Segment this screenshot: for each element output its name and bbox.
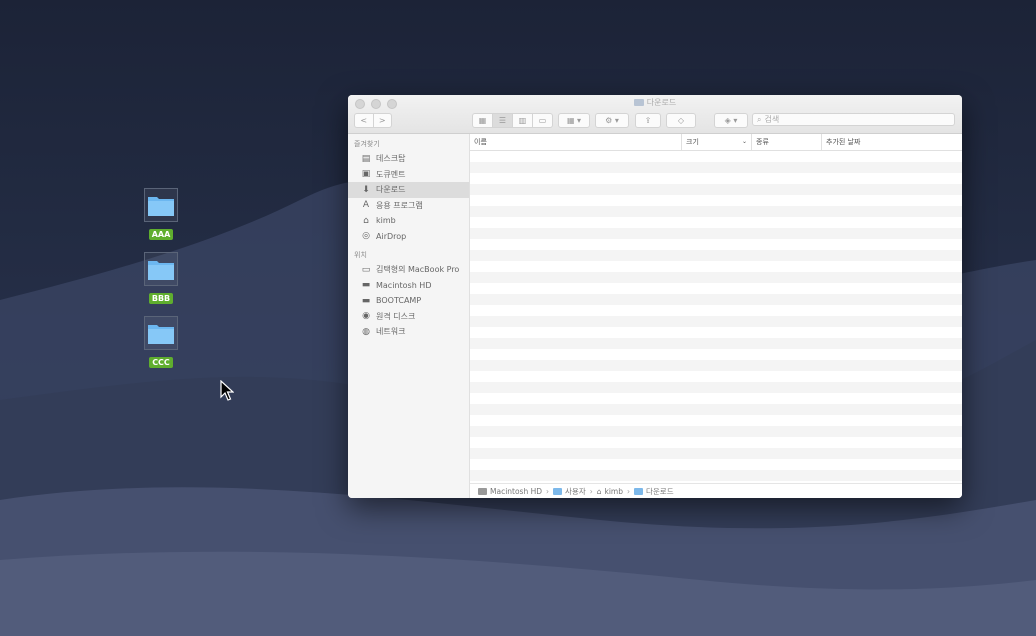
gallery-view-button[interactable]: ▭ (533, 114, 552, 127)
search-field[interactable]: ⌕ 검색 (752, 113, 955, 126)
disk-icon: ▬ (361, 295, 371, 306)
download-icon: ⬇ (362, 184, 370, 195)
view-mode-control: ▦ ☰ ▥ ▭ (472, 113, 553, 128)
sidebar-item-desktop[interactable]: ▤ 데스크탑 (348, 151, 469, 167)
sidebar-item-downloads[interactable]: ⬇ 다운로드 (348, 182, 469, 198)
column-header-date-added[interactable]: 추가된 날짜 (822, 134, 962, 150)
document-icon: ▣ (361, 169, 371, 180)
action-button[interactable]: ⚙ ▾ (595, 113, 629, 128)
sidebar-item-label: 응용 프로그램 (376, 200, 423, 210)
desktop-folder-label: AAA (148, 229, 174, 240)
home-icon: ⌂ (596, 486, 602, 496)
column-header-kind[interactable]: 종류 (752, 134, 822, 150)
folder-icon (633, 99, 644, 106)
gear-icon: ⚙ ▾ (605, 116, 619, 125)
sidebar-item-label: 김택형의 MacBook Pro (376, 265, 460, 275)
folder-icon (553, 487, 563, 495)
grid-icon: ▦ ▾ (566, 116, 582, 125)
sidebar-item-airdrop[interactable]: ◎ AirDrop (348, 229, 469, 245)
folder-icon (144, 188, 178, 222)
share-button[interactable]: ⇪ (635, 113, 661, 128)
dropbox-icon: ◈ ▾ (724, 116, 738, 125)
sidebar-item-documents[interactable]: ▣ 도큐멘트 (348, 167, 469, 183)
sidebar-item-remote-disc[interactable]: ◉ 원격 디스크 (348, 309, 469, 325)
window-title: 다운로드 (348, 97, 962, 108)
home-icon: ⌂ (363, 215, 369, 226)
sidebar-item-label: Macintosh HD (376, 280, 432, 290)
share-icon: ⇪ (644, 116, 652, 125)
finder-window: 다운로드 < > ▦ ☰ ▥ ▭ ▦ ▾ ⚙ ▾ ⇪ ◇ ◈ ▾ ⌕ 검색 즐겨… (348, 95, 962, 498)
sidebar-item-bootcamp[interactable]: ▬ BOOTCAMP (348, 293, 469, 309)
sidebar-item-label: AirDrop (376, 231, 407, 241)
dropbox-button[interactable]: ◈ ▾ (714, 113, 748, 128)
icon-view-button[interactable]: ▦ (473, 114, 493, 127)
sidebar-section-locations: 위치 (354, 251, 367, 259)
sidebar-item-home[interactable]: ⌂ kimb (348, 213, 469, 229)
sidebar-item-network[interactable]: ◍ 네트워크 (348, 324, 469, 340)
applications-icon: A (362, 200, 370, 211)
forward-button[interactable]: > (374, 114, 392, 127)
sidebar-item-macbook[interactable]: ▭ 김택형의 MacBook Pro (348, 262, 469, 278)
tags-button[interactable]: ◇ (666, 113, 696, 128)
desktop-folder-ccc[interactable]: CCC (131, 316, 191, 369)
sidebar-item-label: 원격 디스크 (376, 311, 416, 321)
desktop-icon: ▤ (361, 153, 371, 164)
sidebar-item-label: 도큐멘트 (376, 169, 406, 179)
sidebar-section-favorites: 즐겨찾기 (354, 140, 380, 148)
sidebar: 즐겨찾기 ▤ 데스크탑 ▣ 도큐멘트 ⬇ 다운로드 A 응용 프로그램 ⌂ ki… (348, 134, 470, 498)
laptop-icon: ▭ (361, 264, 371, 275)
mouse-pointer-icon (220, 379, 235, 406)
column-header-name[interactable]: 이름 (470, 134, 682, 150)
sidebar-item-applications[interactable]: A 응용 프로그램 (348, 198, 469, 214)
sidebar-item-label: 네트워크 (376, 327, 406, 337)
file-list: 이름 크기 ⌄ 종류 추가된 날짜 Macintosh HD › 사용자 › ⌂… (470, 134, 962, 498)
sidebar-item-label: 다운로드 (376, 185, 406, 195)
path-item-users[interactable]: 사용자 (565, 486, 586, 497)
path-item-kimb[interactable]: kimb (605, 487, 624, 496)
disk-icon: ▬ (361, 280, 371, 291)
network-icon: ◍ (362, 326, 370, 337)
disk-icon (478, 487, 487, 495)
column-headers: 이름 크기 ⌄ 종류 추가된 날짜 (470, 134, 962, 151)
folder-icon (634, 487, 643, 495)
chevron-right-icon: › (627, 486, 630, 496)
column-header-size[interactable]: 크기 ⌄ (682, 134, 752, 150)
sidebar-item-label: 데스크탑 (376, 154, 406, 164)
column-view-button[interactable]: ▥ (513, 114, 533, 127)
chevron-down-icon: ⌄ (741, 138, 747, 145)
back-forward-control: < > (354, 113, 392, 128)
folder-icon (144, 252, 178, 286)
back-button[interactable]: < (355, 114, 374, 127)
chevron-right-icon: › (589, 486, 593, 496)
chevron-right-icon: › (546, 486, 550, 496)
desktop-folder-bbb[interactable]: BBB (131, 252, 191, 305)
path-bar: Macintosh HD › 사용자 › ⌂ kimb › 다운로드 (470, 483, 962, 498)
tag-icon: ◇ (677, 116, 685, 125)
desktop-folder-label: CCC (149, 357, 173, 368)
path-item-downloads[interactable]: 다운로드 (646, 486, 674, 497)
sidebar-item-label: kimb (376, 216, 396, 226)
path-item-macintosh-hd[interactable]: Macintosh HD (490, 487, 542, 496)
list-view-button[interactable]: ☰ (493, 114, 513, 127)
window-toolbar: 다운로드 < > ▦ ☰ ▥ ▭ ▦ ▾ ⚙ ▾ ⇪ ◇ ◈ ▾ ⌕ 검색 (348, 95, 962, 134)
folder-icon (144, 316, 178, 350)
remote-disc-icon: ◉ (362, 311, 370, 322)
search-placeholder: 검색 (764, 115, 780, 124)
search-icon: ⌕ (757, 114, 762, 124)
group-button[interactable]: ▦ ▾ (558, 113, 590, 128)
desktop-folder-label: BBB (148, 293, 174, 304)
sidebar-item-macintosh-hd[interactable]: ▬ Macintosh HD (348, 278, 469, 294)
sidebar-item-label: BOOTCAMP (376, 296, 422, 306)
airdrop-icon: ◎ (362, 231, 370, 242)
desktop-folder-aaa[interactable]: AAA (131, 188, 191, 241)
file-list-rows (470, 151, 962, 484)
